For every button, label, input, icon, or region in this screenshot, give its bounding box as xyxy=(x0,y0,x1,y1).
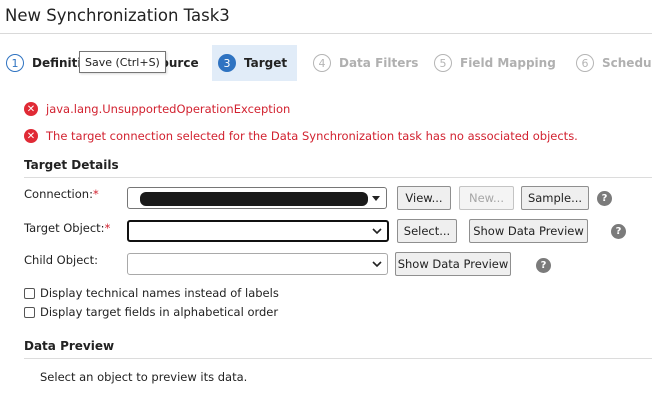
step-number: 3 xyxy=(218,54,236,72)
error-message: ✕ java.lang.UnsupportedOperationExceptio… xyxy=(24,102,290,116)
step-label: Data Filters xyxy=(339,56,419,70)
checkbox-label: Display target fields in alphabetical or… xyxy=(40,305,279,319)
target-object-label: Target Object:* xyxy=(24,221,111,235)
chevron-down-icon xyxy=(372,196,380,201)
page-title: New Synchronization Task3 xyxy=(5,6,230,25)
save-tooltip: Save (Ctrl+S) xyxy=(79,51,166,73)
step-target[interactable]: 3 Target xyxy=(212,45,298,81)
section-divider xyxy=(24,358,652,359)
child-object-label: Child Object: xyxy=(24,253,98,267)
select-object-button[interactable]: Select... xyxy=(397,219,457,243)
target-details-heading: Target Details xyxy=(24,158,119,172)
task-header: New Synchronization Task3 xyxy=(0,0,652,34)
section-divider xyxy=(24,177,652,178)
target-object-select[interactable] xyxy=(127,220,389,242)
help-icon[interactable]: ? xyxy=(611,224,626,239)
error-message: ✕ The target connection selected for the… xyxy=(24,129,578,143)
error-text: The target connection selected for the D… xyxy=(46,129,578,143)
error-icon: ✕ xyxy=(24,102,38,116)
step-number: 6 xyxy=(576,54,594,72)
step-schedule[interactable]: 6 Schedule xyxy=(570,45,652,81)
step-field-mapping[interactable]: 5 Field Mapping xyxy=(428,45,556,81)
technical-names-checkbox[interactable] xyxy=(24,287,35,299)
show-data-preview-child-button[interactable]: Show Data Preview xyxy=(395,252,511,276)
checkbox-label: Display technical names instead of label… xyxy=(40,286,279,300)
step-data-filters[interactable]: 4 Data Filters xyxy=(307,45,418,81)
chevron-down-icon xyxy=(372,261,382,268)
view-button[interactable]: View... xyxy=(397,186,451,210)
data-preview-heading: Data Preview xyxy=(24,339,115,353)
help-icon[interactable]: ? xyxy=(597,191,612,206)
sample-button[interactable]: Sample... xyxy=(521,186,589,210)
connection-select[interactable] xyxy=(127,187,387,209)
data-preview-hint: Select an object to preview its data. xyxy=(40,370,248,384)
child-object-select[interactable] xyxy=(127,253,388,275)
help-icon[interactable]: ? xyxy=(536,258,551,273)
chevron-down-icon xyxy=(372,228,382,235)
alphabetical-order-checkbox[interactable] xyxy=(24,306,35,318)
step-label: Schedule xyxy=(602,56,652,70)
error-text: java.lang.UnsupportedOperationException xyxy=(46,102,291,116)
step-number: 4 xyxy=(313,54,331,72)
technical-names-option[interactable]: Display technical names instead of label… xyxy=(24,286,279,300)
step-number: 1 xyxy=(6,54,24,72)
error-icon: ✕ xyxy=(24,129,38,143)
step-label: Target xyxy=(244,56,288,70)
step-number: 5 xyxy=(434,54,452,72)
redacted-connection-value xyxy=(140,192,368,206)
show-data-preview-button[interactable]: Show Data Preview xyxy=(469,219,588,243)
connection-label: Connection:* xyxy=(24,187,99,201)
new-button[interactable]: New... xyxy=(459,186,514,210)
step-label: Field Mapping xyxy=(460,56,556,70)
alphabetical-order-option[interactable]: Display target fields in alphabetical or… xyxy=(24,305,278,319)
